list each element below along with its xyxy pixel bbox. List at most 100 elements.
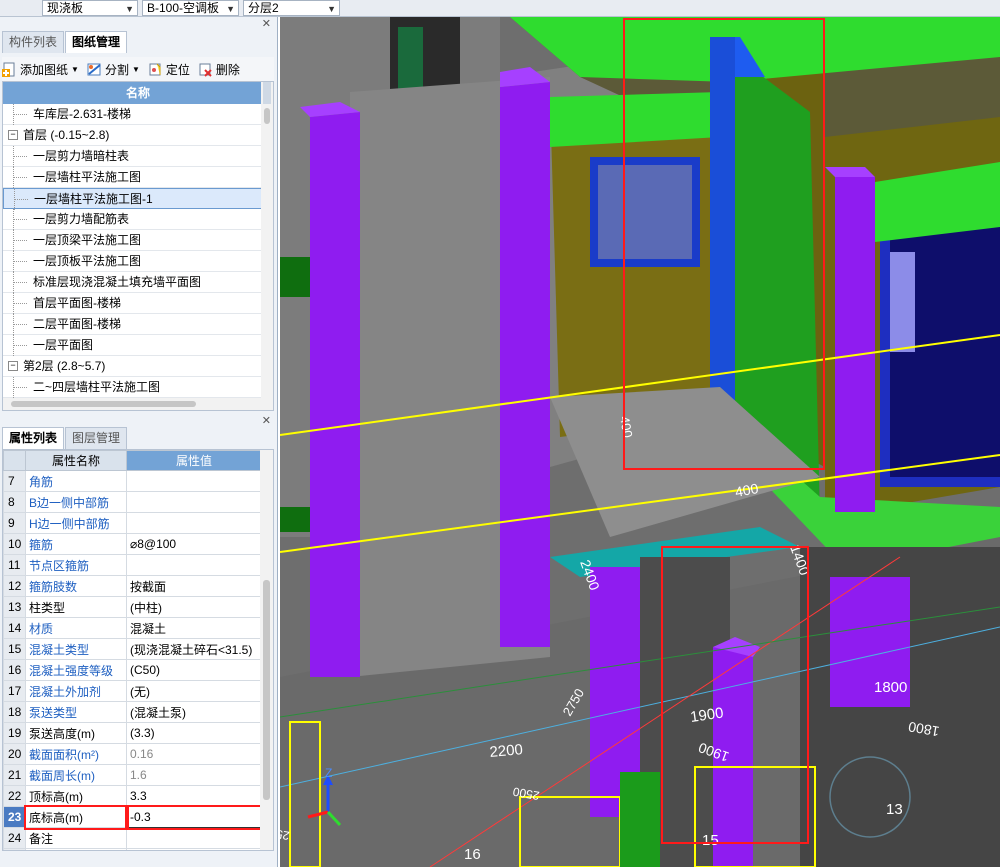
locate-button[interactable]: 定位 — [148, 61, 190, 78]
tree-connector — [13, 177, 27, 178]
tree-horizontal-scrollbar[interactable] — [3, 398, 261, 410]
component-type-combo[interactable]: 现浇板 ▼ — [42, 0, 138, 16]
tab-layer-management[interactable]: 图层管理 — [65, 427, 128, 449]
tree-item-label: 二~四层墙柱平法施工图 — [33, 380, 161, 394]
property-value[interactable] — [126, 554, 262, 576]
component-name-value: B-100-空调板 — [147, 1, 220, 15]
property-value[interactable]: (3.3) — [126, 722, 262, 744]
property-row[interactable]: 19 泵送高度(m) (3.3) — [3, 722, 262, 744]
tab-drawing-management[interactable]: 图纸管理 — [65, 31, 128, 53]
tree-item[interactable]: 一层墙柱平法施工图-1 — [3, 188, 273, 210]
property-value[interactable] — [126, 512, 262, 534]
property-value-input[interactable]: -0.3 — [124, 804, 264, 830]
property-row[interactable]: 9 H边一侧中部筋 — [3, 512, 262, 534]
property-value[interactable]: 按截面 — [126, 575, 262, 597]
tree-connector — [14, 199, 28, 200]
property-row[interactable]: 14 材质 混凝土 — [3, 617, 262, 639]
component-name-combo[interactable]: B-100-空调板 ▼ — [142, 0, 239, 16]
property-row[interactable]: 8 B边一侧中部筋 — [3, 491, 262, 513]
close-icon[interactable]: ✕ — [262, 414, 271, 427]
tree-group-item[interactable]: − 首层 (-0.15~2.8) — [3, 125, 273, 146]
layer-value: 分层2 — [248, 1, 279, 15]
collapse-icon[interactable]: − — [8, 361, 18, 371]
tree-item[interactable]: 一层平面图 — [3, 335, 273, 356]
property-row[interactable]: 13 柱类型 (中柱) — [3, 596, 262, 618]
property-value[interactable]: (中柱) — [126, 596, 262, 618]
chevron-down-icon: ▼ — [125, 4, 134, 14]
property-value[interactable]: (无) — [126, 680, 262, 702]
property-value[interactable]: 0.16 — [126, 743, 262, 765]
tree-item[interactable]: 一层墙柱平法施工图 — [3, 167, 273, 188]
row-number: 7 — [3, 470, 26, 492]
tree-item[interactable]: 标准层现浇混凝土填充墙平面图 — [3, 272, 273, 293]
property-row[interactable]: 11 节点区箍筋 — [3, 554, 262, 576]
tree-item-label: 车库层-2.631-楼梯 — [33, 107, 132, 121]
property-name: 备注 — [25, 827, 127, 849]
property-row[interactable]: 16 混凝土强度等级 (C50) — [3, 659, 262, 681]
tree-item[interactable]: 一层顶板平法施工图 — [3, 251, 273, 272]
tree-connector — [13, 156, 27, 157]
tree-header: 名称 — [3, 82, 273, 104]
tree-item-label: 标准层现浇混凝土填充墙平面图 — [33, 275, 202, 289]
property-value-header: 属性值 — [126, 450, 262, 471]
tree-item[interactable]: 二~四层墙柱平法施工图 — [3, 377, 273, 398]
property-value[interactable]: 3.3 — [126, 785, 262, 807]
property-scroll-thumb[interactable] — [263, 580, 270, 800]
tree-item[interactable]: 一层剪力墙暗柱表 — [3, 146, 273, 167]
property-value[interactable]: (现浇混凝土碎石<31.5) — [126, 638, 262, 660]
tree-scrollbar[interactable] — [261, 82, 273, 410]
tree-item[interactable]: 一层顶梁平法施工图 — [3, 230, 273, 251]
property-value[interactable] — [126, 470, 262, 492]
split-label: 分割 — [104, 62, 129, 77]
tab-component-list[interactable]: 构件列表 — [2, 31, 65, 53]
tree-item[interactable]: 车库层-2.631-楼梯 — [3, 104, 273, 125]
tree-item[interactable]: 首层平面图-楼梯 — [3, 293, 273, 314]
collapse-icon[interactable]: − — [8, 130, 18, 140]
property-row[interactable]: 7 角筋 — [3, 470, 262, 492]
property-value[interactable]: (混凝土泵) — [126, 701, 262, 723]
row-number: 21 — [3, 764, 26, 786]
top-toolbar: 现浇板 ▼ B-100-空调板 ▼ 分层2 ▼ — [0, 0, 1000, 17]
property-row[interactable]: 15 混凝土类型 (现浇混凝土碎石<31.5) — [3, 638, 262, 660]
add-drawing-icon — [2, 62, 17, 77]
property-row[interactable]: 10 箍筋 ⌀8@100 — [3, 533, 262, 555]
property-value[interactable] — [126, 848, 262, 850]
property-value[interactable] — [126, 491, 262, 513]
3d-viewport[interactable]: 400 400 1400 2400 1800 1900 1900 1800 22… — [280, 17, 1000, 867]
property-value[interactable]: 混凝土 — [126, 617, 262, 639]
property-scrollbar[interactable] — [260, 450, 273, 850]
property-row[interactable]: 20 截面面积(m²) 0.16 — [3, 743, 262, 765]
tree-item[interactable]: 二层平面图-楼梯 — [3, 314, 273, 335]
tree-hscroll-thumb[interactable] — [11, 401, 196, 407]
tree-scroll-thumb[interactable] — [264, 108, 270, 124]
property-value[interactable]: ⌀8@100 — [126, 533, 262, 555]
property-value[interactable] — [126, 827, 262, 849]
property-value[interactable]: 1.6 — [126, 764, 262, 786]
property-row[interactable]: 12 箍筋肢数 按截面 — [3, 575, 262, 597]
tree-item[interactable]: 一层剪力墙配筋表 — [3, 209, 273, 230]
property-name: B边一侧中部筋 — [25, 491, 127, 513]
3d-model-canvas[interactable]: 400 400 1400 2400 1800 1900 1900 1800 22… — [280, 17, 1000, 867]
property-row[interactable]: 18 泵送类型 (混凝土泵) — [3, 701, 262, 723]
layer-combo[interactable]: 分层2 ▼ — [243, 0, 340, 16]
property-row[interactable]: 23 底标高(m) -0.3 — [3, 804, 264, 830]
property-row[interactable]: 22 顶标高(m) 3.3 — [3, 785, 262, 807]
property-row[interactable]: 17 混凝土外加剂 (无) — [3, 680, 262, 702]
tree-item-label: 一层顶板平法施工图 — [33, 254, 142, 268]
tree-group-item[interactable]: − 第2层 (2.8~5.7) — [3, 356, 273, 377]
property-row[interactable]: 21 截面周长(m) 1.6 — [3, 764, 262, 786]
split-button[interactable]: 分割 ▼ — [87, 61, 140, 78]
close-icon[interactable]: ✕ — [262, 17, 271, 30]
property-row[interactable]: 24 备注 — [3, 827, 262, 849]
tree-connector — [13, 303, 27, 304]
property-value[interactable]: (C50) — [126, 659, 262, 681]
add-drawing-button[interactable]: 添加图纸 ▼ — [2, 61, 79, 78]
tree-connector — [13, 219, 27, 220]
green-block — [280, 507, 310, 532]
property-row[interactable]: 25+钢筋业务属性 — [3, 848, 262, 850]
tab-property-list[interactable]: 属性列表 — [2, 427, 65, 449]
num-header — [3, 450, 26, 471]
delete-button[interactable]: 删除 — [198, 61, 240, 78]
row-number: 18 — [3, 701, 26, 723]
tree-item-label: 第2层 (2.8~5.7) — [23, 359, 106, 373]
